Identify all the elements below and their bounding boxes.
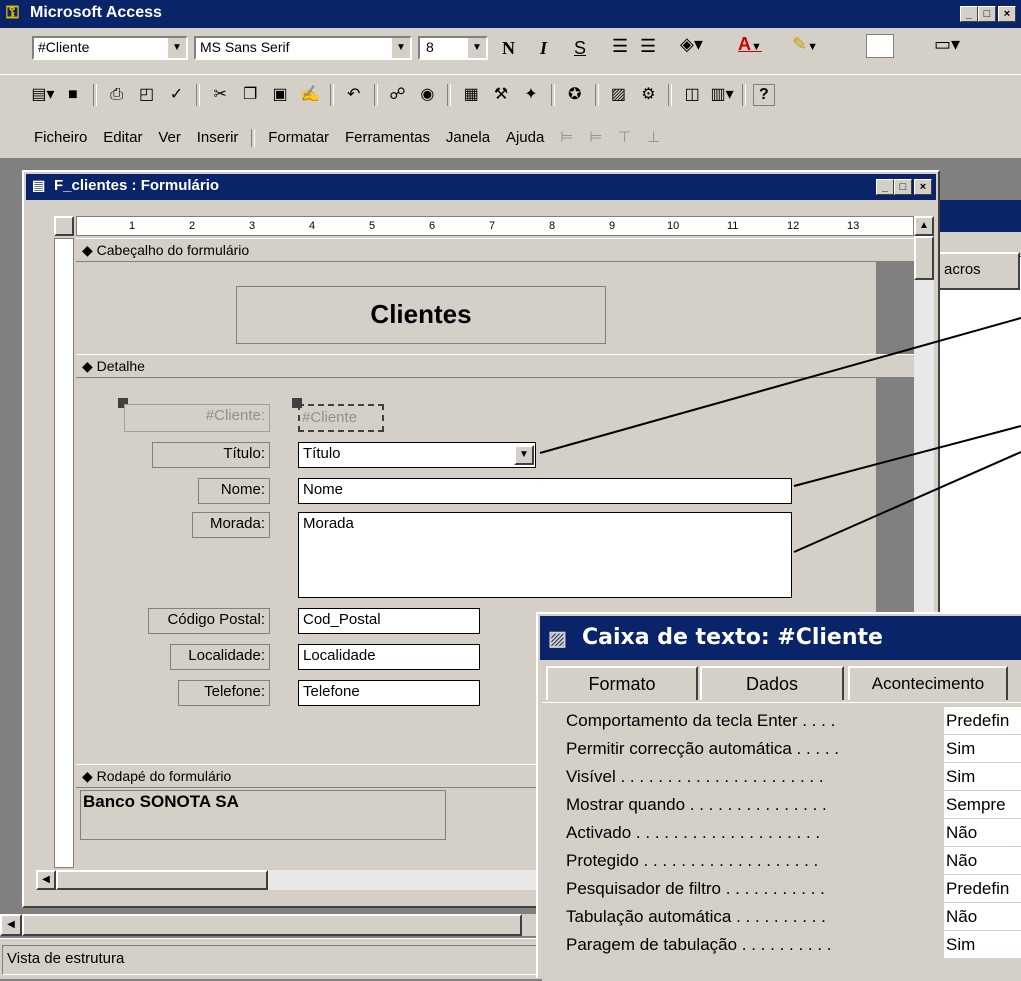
property-row[interactable]: Protegido . . . . . . . . . . . . . . . … [542,847,1021,874]
property-sheet: ▨ Caixa de texto: #Cliente Formato Dados… [536,612,1021,981]
property-sheet-titlebar: ▨ Caixa de texto: #Cliente [540,616,1021,660]
tab-formato[interactable]: Formato [546,666,698,700]
property-row[interactable]: Tabulação automática . . . . . . . . . .… [542,903,1021,930]
property-row[interactable]: Activado . . . . . . . . . . . . . . . .… [542,819,1021,846]
property-sheet-title: Caixa de texto: #Cliente [582,625,883,650]
properties-icon: ▨ [548,628,567,650]
property-row[interactable]: Comportamento da tecla Enter . . . . Pred… [542,707,1021,734]
callout-line-morada [793,451,1021,553]
tab-acontecimento[interactable]: Acontecimento [848,666,1008,700]
property-row[interactable]: Permitir correcção automática . . . . .S… [542,735,1021,762]
property-row[interactable]: Paragem de tabulação . . . . . . . . . .… [542,931,1021,958]
callout-line-titulo [539,317,1021,454]
property-row[interactable]: Mostrar quando . . . . . . . . . . . . .… [542,791,1021,818]
property-row[interactable]: Pesquisador de filtro . . . . . . . . . … [542,875,1021,902]
tab-dados[interactable]: Dados [700,666,844,700]
callout-line-nome [793,425,1021,487]
property-tabs: Formato Dados Acontecimento [544,666,1019,702]
property-list: Comportamento da tecla Enter . . . . Pred… [542,702,1021,981]
property-row[interactable]: Visível . . . . . . . . . . . . . . . . … [542,763,1021,790]
